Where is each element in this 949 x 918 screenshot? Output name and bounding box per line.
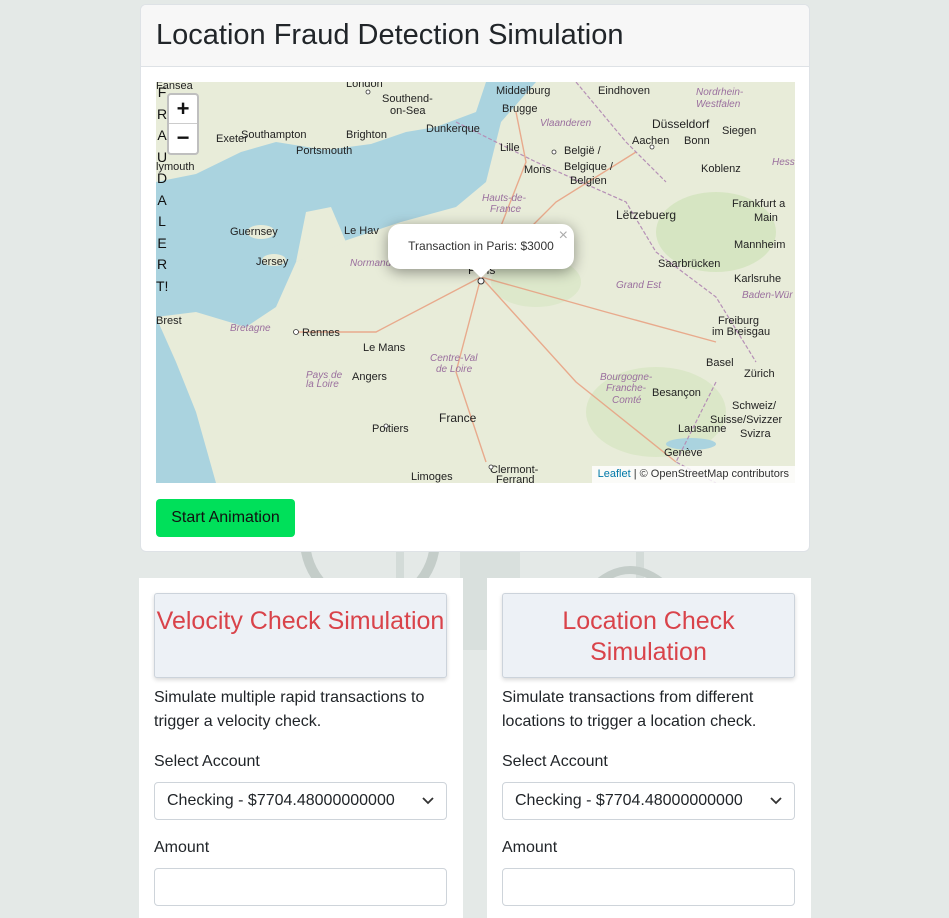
svg-text:Frankfurt a: Frankfurt a: [732, 198, 786, 210]
popup-text: Transaction in Paris: $3000: [408, 239, 554, 253]
velocity-account-label: Select Account: [154, 753, 260, 770]
svg-text:Rennes: Rennes: [302, 327, 340, 339]
svg-text:Centre-Val: Centre-Val: [430, 353, 478, 364]
svg-text:Southampton: Southampton: [241, 129, 306, 141]
svg-text:Brugge: Brugge: [502, 103, 537, 115]
svg-text:Portsmouth: Portsmouth: [296, 145, 352, 157]
start-animation-button[interactable]: Start Animation: [156, 499, 295, 537]
svg-text:Poitiers: Poitiers: [372, 423, 409, 435]
svg-text:Saarbrücken: Saarbrücken: [658, 258, 720, 270]
location-account-value: Checking - $7704.48000000000: [515, 792, 743, 809]
svg-text:Besançon: Besançon: [652, 387, 701, 399]
map-card: Location Fraud Detection Simulation Fans…: [140, 4, 810, 552]
svg-text:Franche-: Franche-: [606, 383, 647, 394]
svg-text:Lille: Lille: [500, 142, 520, 154]
zoom-control: + −: [167, 93, 199, 155]
svg-text:Le Mans: Le Mans: [363, 342, 406, 354]
svg-text:Main: Main: [754, 212, 778, 224]
zoom-out-button[interactable]: −: [169, 124, 197, 153]
svg-text:Middelburg: Middelburg: [496, 85, 550, 97]
velocity-check-title: Velocity Check Simulation: [154, 593, 447, 678]
svg-text:Guernsey: Guernsey: [230, 226, 278, 238]
svg-text:Nordrhein-: Nordrhein-: [696, 87, 744, 98]
velocity-check-panel: Velocity Check Simulation Simulate multi…: [139, 578, 463, 918]
chevron-down-icon: [422, 783, 434, 832]
svg-text:Mannheim: Mannheim: [734, 239, 785, 251]
svg-text:Le Hav: Le Hav: [344, 225, 379, 237]
location-check-panel: Location Check Simulation Simulate trans…: [487, 578, 811, 918]
attribution-text: | © OpenStreetMap contributors: [633, 468, 789, 480]
svg-text:Siegen: Siegen: [722, 125, 756, 137]
svg-text:Dunkerque: Dunkerque: [426, 123, 480, 135]
svg-text:France: France: [490, 204, 522, 215]
svg-text:Ferrand: Ferrand: [496, 474, 535, 483]
svg-text:Karlsruhe: Karlsruhe: [734, 273, 781, 285]
svg-text:on-Sea: on-Sea: [390, 105, 426, 117]
popup-tip: [471, 268, 491, 278]
svg-text:de Loire: de Loire: [436, 364, 473, 375]
svg-text:Bourgogne-: Bourgogne-: [600, 372, 653, 383]
map-attribution: Leaflet | © OpenStreetMap contributors: [591, 466, 795, 483]
svg-text:Svizra: Svizra: [740, 428, 771, 440]
svg-text:Genève: Genève: [664, 447, 703, 459]
svg-text:France: France: [439, 411, 477, 425]
transaction-popup: Transaction in Paris: $3000 ×: [388, 224, 574, 278]
svg-text:Mons: Mons: [524, 164, 551, 176]
svg-text:Belgien: Belgien: [570, 175, 607, 187]
svg-text:la Loire: la Loire: [306, 379, 339, 390]
svg-text:im Breisgau: im Breisgau: [712, 326, 770, 338]
leaflet-link[interactable]: Leaflet: [598, 468, 631, 480]
svg-text:België /: België /: [564, 145, 602, 157]
page-title: Location Fraud Detection Simulation: [156, 19, 624, 51]
svg-text:Brighton: Brighton: [346, 129, 387, 141]
svg-text:Brest: Brest: [156, 315, 182, 327]
zoom-in-button[interactable]: +: [169, 95, 197, 124]
svg-text:Koblenz: Koblenz: [701, 163, 741, 175]
svg-text:Bretagne: Bretagne: [230, 323, 271, 334]
chevron-down-icon: [770, 783, 782, 832]
svg-text:Normand: Normand: [350, 258, 392, 269]
popup-close-icon[interactable]: ×: [559, 213, 568, 258]
svg-text:Zürich: Zürich: [744, 368, 775, 380]
velocity-check-description: Simulate multiple rapid transactions to …: [154, 689, 425, 730]
svg-text:Vlaanderen: Vlaanderen: [540, 118, 592, 129]
svg-text:Baden-Wür: Baden-Wür: [742, 290, 793, 301]
leaflet-map[interactable]: Fansea London Southend- on-Sea Exeter So…: [156, 82, 795, 483]
svg-text:Basel: Basel: [706, 357, 734, 369]
svg-text:Belgique /: Belgique /: [564, 161, 614, 173]
svg-text:Southend-: Southend-: [382, 93, 433, 105]
location-check-title: Location Check Simulation: [502, 593, 795, 678]
svg-text:Limoges: Limoges: [411, 471, 453, 483]
svg-text:Bonn: Bonn: [684, 135, 710, 147]
card-header: Location Fraud Detection Simulation: [141, 5, 809, 67]
svg-text:Schweiz/: Schweiz/: [732, 400, 777, 412]
location-account-select[interactable]: Checking - $7704.48000000000: [502, 782, 795, 820]
svg-text:London: London: [346, 82, 383, 90]
location-check-description: Simulate transactions from different loc…: [502, 689, 757, 730]
svg-text:Westfalen: Westfalen: [696, 99, 741, 110]
location-amount-input[interactable]: [502, 868, 795, 906]
svg-text:Düsseldorf: Düsseldorf: [652, 117, 710, 131]
location-amount-label: Amount: [502, 839, 558, 856]
location-account-label: Select Account: [502, 753, 608, 770]
velocity-amount-label: Amount: [154, 839, 210, 856]
map-tiles: Fansea London Southend- on-Sea Exeter So…: [156, 82, 795, 483]
svg-text:Hesse: Hesse: [772, 157, 795, 168]
svg-text:Lëtzebuerg: Lëtzebuerg: [616, 208, 676, 222]
velocity-account-select[interactable]: Checking - $7704.48000000000: [154, 782, 447, 820]
svg-text:Grand Est: Grand Est: [616, 280, 662, 291]
svg-text:Jersey: Jersey: [256, 256, 289, 268]
svg-text:Lausanne: Lausanne: [678, 423, 726, 435]
svg-text:Hauts-de-: Hauts-de-: [482, 193, 527, 204]
velocity-account-value: Checking - $7704.48000000000: [167, 792, 395, 809]
svg-text:Eindhoven: Eindhoven: [598, 85, 650, 97]
svg-text:Comté: Comté: [612, 395, 642, 406]
svg-text:Angers: Angers: [352, 371, 387, 383]
velocity-amount-input[interactable]: [154, 868, 447, 906]
